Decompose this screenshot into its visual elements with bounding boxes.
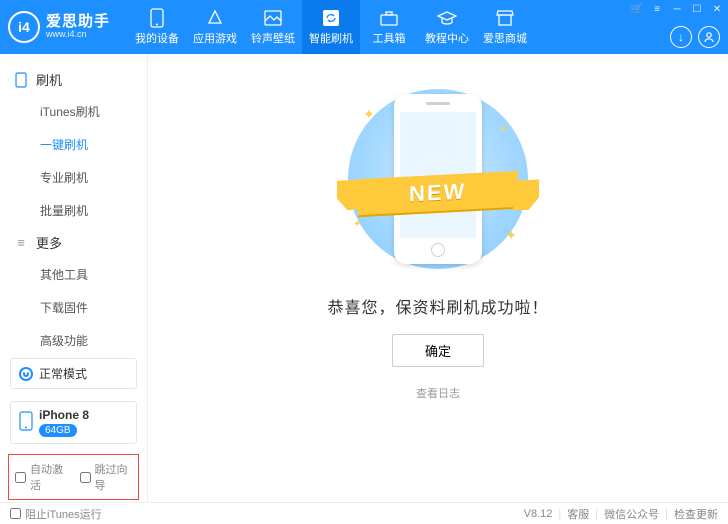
store-icon — [495, 8, 515, 28]
titlebar: i4 爱思助手 www.i4.cn 我的设备 应用游戏 铃声壁纸 智能刷机 工具… — [0, 0, 728, 54]
nav-store[interactable]: 爱思商城 — [476, 0, 534, 54]
status-bar: 阻止iTunes运行 V8.12 | 客服 | 微信公众号 | 检查更新 — [0, 502, 728, 524]
mode-icon — [19, 367, 33, 381]
app-url: www.i4.cn — [46, 30, 110, 40]
new-ribbon: NEW — [343, 170, 533, 216]
apps-icon — [205, 8, 225, 28]
device-phone-icon — [19, 411, 33, 434]
app-logo: i4 爱思助手 www.i4.cn — [8, 11, 110, 43]
maximize-icon[interactable]: ☐ — [690, 2, 704, 16]
ok-button[interactable]: 确定 — [392, 334, 484, 367]
sidebar-group-flash[interactable]: 刷机 — [0, 64, 147, 95]
sidebar-item-itunes-flash[interactable]: iTunes刷机 — [0, 95, 147, 128]
graduation-icon — [437, 8, 457, 28]
close-icon[interactable]: ✕ — [710, 2, 724, 16]
user-icon[interactable] — [698, 26, 720, 48]
nav-toolbox[interactable]: 工具箱 — [360, 0, 418, 54]
app-name: 爱思助手 — [46, 14, 110, 31]
download-icon[interactable]: ↓ — [670, 26, 692, 48]
menu-icon[interactable]: ≡ — [650, 2, 664, 16]
sidebar-item-other-tools[interactable]: 其他工具 — [0, 258, 147, 291]
nav-tutorial[interactable]: 教程中心 — [418, 0, 476, 54]
image-icon — [263, 8, 283, 28]
check-update-link[interactable]: 检查更新 — [674, 506, 718, 522]
version-label: V8.12 — [524, 508, 553, 520]
phone-outline-icon — [14, 73, 28, 87]
sidebar-item-batch-flash[interactable]: 批量刷机 — [0, 194, 147, 227]
minimize-icon[interactable]: ─ — [670, 2, 684, 16]
refresh-icon — [321, 8, 341, 28]
device-indicator[interactable]: iPhone 8 64GB — [10, 401, 137, 444]
view-log-link[interactable]: 查看日志 — [416, 385, 460, 401]
checkbox-block-itunes[interactable]: 阻止iTunes运行 — [10, 506, 102, 522]
sidebar-item-oneclick-flash[interactable]: 一键刷机 — [0, 128, 147, 161]
checkbox-skip-setup[interactable]: 跳过向导 — [80, 461, 133, 493]
support-link[interactable]: 客服 — [567, 506, 589, 522]
sparkle-icon: ✦ — [353, 219, 361, 230]
sidebar-item-pro-flash[interactable]: 专业刷机 — [0, 161, 147, 194]
nav-flash[interactable]: 智能刷机 — [302, 0, 360, 54]
nav-ringtone[interactable]: 铃声壁纸 — [244, 0, 302, 54]
sidebar-group-more[interactable]: ≡ 更多 — [0, 227, 147, 258]
main-content: ✦ ✦ ✦ ✦ NEW 恭喜您，保资料刷机成功啦！ 确定 查看日志 — [148, 54, 728, 502]
top-nav: 我的设备 应用游戏 铃声壁纸 智能刷机 工具箱 教程中心 爱思商城 — [128, 0, 534, 54]
mode-indicator[interactable]: 正常模式 — [10, 358, 137, 389]
sidebar-item-advanced[interactable]: 高级功能 — [0, 324, 147, 352]
device-name: iPhone 8 — [39, 408, 89, 422]
more-icon: ≡ — [14, 236, 28, 250]
logo-mark-icon: i4 — [8, 11, 40, 43]
flash-options-group: 自动激活 跳过向导 — [8, 454, 139, 500]
nav-my-device[interactable]: 我的设备 — [128, 0, 186, 54]
nav-apps[interactable]: 应用游戏 — [186, 0, 244, 54]
sidebar: 刷机 iTunes刷机 一键刷机 专业刷机 批量刷机 ≡ 更多 其他工具 下载固… — [0, 54, 148, 502]
titlebar-right-actions: ↓ — [670, 26, 720, 48]
sidebar-item-download-fw[interactable]: 下载固件 — [0, 291, 147, 324]
success-message: 恭喜您，保资料刷机成功啦！ — [327, 294, 548, 318]
wechat-link[interactable]: 微信公众号 — [604, 506, 659, 522]
sparkle-icon: ✦ — [499, 124, 507, 135]
checkbox-auto-activate[interactable]: 自动激活 — [15, 461, 68, 493]
device-storage-badge: 64GB — [39, 424, 77, 437]
window-controls: 🛒 ≡ ─ ☐ ✕ — [630, 2, 724, 16]
cart-icon[interactable]: 🛒 — [630, 2, 644, 16]
success-illustration: ✦ ✦ ✦ ✦ NEW — [323, 84, 553, 274]
toolbox-icon — [379, 8, 399, 28]
sparkle-icon: ✦ — [505, 227, 517, 244]
phone-icon — [147, 8, 167, 28]
sparkle-icon: ✦ — [363, 106, 375, 123]
